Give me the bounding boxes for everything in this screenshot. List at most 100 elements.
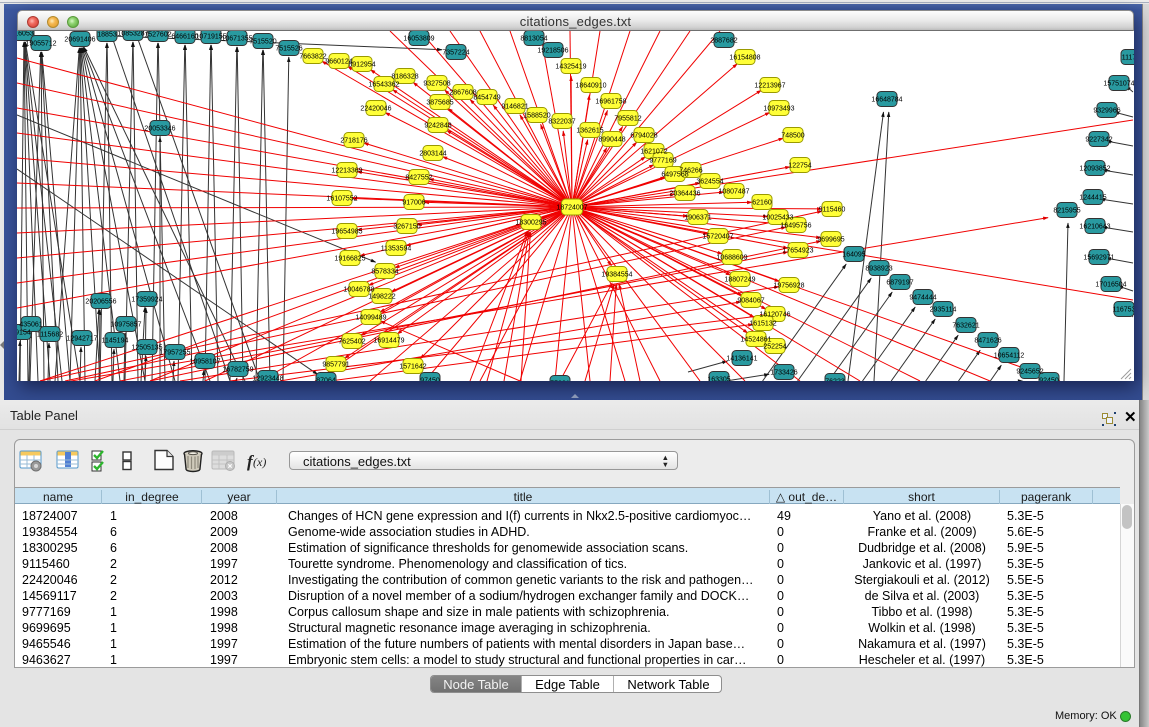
svg-text:18807249: 18807249 [724, 277, 755, 284]
svg-text:18300295: 18300295 [515, 220, 546, 227]
svg-text:7625402: 7625402 [338, 339, 365, 346]
svg-text:8912954: 8912954 [348, 62, 375, 69]
svg-text:17359924: 17359924 [131, 297, 162, 304]
svg-text:(x): (x) [253, 455, 266, 469]
svg-text:92450: 92450 [1039, 378, 1059, 382]
svg-text:16120746: 16120746 [759, 312, 790, 319]
svg-text:15692971: 15692971 [1083, 255, 1114, 262]
svg-text:9857791: 9857791 [322, 362, 349, 369]
svg-text:55231: 55231 [550, 381, 570, 382]
svg-text:97450: 97450 [420, 378, 440, 382]
svg-text:2803144: 2803144 [419, 151, 446, 158]
svg-text:16543362: 16543362 [368, 82, 399, 89]
svg-text:1362615: 1362615 [576, 128, 603, 135]
svg-text:16053: 16053 [17, 31, 34, 38]
svg-text:9474444: 9474444 [909, 295, 936, 302]
svg-text:16154808: 16154808 [729, 55, 760, 62]
svg-text:16782759: 16782759 [222, 367, 253, 374]
svg-text:12923448: 12923448 [252, 376, 283, 382]
svg-text:19654985: 19654985 [331, 229, 362, 236]
svg-text:10025433: 10025433 [762, 215, 793, 222]
svg-text:7663822: 7663822 [299, 54, 326, 61]
svg-text:1733426: 1733426 [770, 370, 797, 377]
svg-text:9227342: 9227342 [1085, 137, 1112, 144]
svg-text:19218506: 19218506 [537, 48, 568, 55]
svg-text:9327508: 9327508 [423, 81, 450, 88]
svg-text:2935114: 2935114 [930, 307, 957, 314]
svg-text:1588520: 1588520 [523, 113, 550, 120]
svg-text:8215955: 8215955 [1053, 208, 1080, 215]
svg-text:1244415: 1244415 [1079, 195, 1106, 202]
svg-text:8454749: 8454749 [473, 95, 500, 102]
svg-text:18853: 18853 [97, 32, 117, 39]
svg-text:16495756: 16495756 [780, 223, 811, 230]
svg-text:10973493: 10973493 [763, 106, 794, 113]
svg-text:18724007: 18724007 [556, 205, 587, 212]
svg-text:163305: 163305 [707, 377, 730, 382]
svg-text:14099489: 14099489 [355, 315, 386, 322]
svg-text:122754: 122754 [788, 163, 811, 170]
svg-text:10958107: 10958107 [189, 359, 220, 366]
svg-text:9115460: 9115460 [819, 207, 846, 214]
svg-text:9329966: 9329966 [1093, 108, 1120, 115]
svg-text:10688609: 10688609 [716, 255, 747, 262]
svg-text:17957255: 17957255 [159, 350, 190, 357]
svg-text:8427552: 8427552 [405, 175, 432, 182]
svg-text:20364436: 20364436 [669, 191, 700, 198]
svg-text:10654112: 10654112 [994, 353, 1025, 360]
svg-text:16961758: 16961758 [595, 99, 626, 106]
svg-text:164095: 164095 [842, 252, 865, 259]
svg-text:87064: 87064 [316, 378, 336, 382]
svg-text:18640910: 18640910 [575, 83, 606, 90]
svg-text:10046788: 10046788 [343, 287, 374, 294]
svg-text:9699695: 9699695 [817, 237, 844, 244]
svg-text:8578334: 8578334 [371, 269, 398, 276]
svg-text:76223: 76223 [825, 379, 845, 382]
svg-text:20206556: 20206556 [85, 299, 116, 306]
svg-text:1498222: 1498222 [368, 294, 395, 301]
svg-text:1615132: 1615132 [749, 321, 776, 328]
svg-text:6879197: 6879197 [886, 280, 913, 287]
svg-text:252254: 252254 [763, 344, 786, 351]
svg-text:748500: 748500 [781, 133, 804, 140]
svg-text:116753: 116753 [1113, 307, 1134, 314]
svg-text:435061: 435061 [19, 322, 42, 329]
svg-text:19756928: 19756928 [773, 283, 804, 290]
svg-text:12505135: 12505135 [131, 345, 162, 352]
svg-text:15751074: 15751074 [1103, 81, 1134, 88]
svg-text:2887682: 2887682 [710, 38, 737, 45]
svg-text:14136141: 14136141 [726, 356, 757, 363]
svg-text:14524861: 14524861 [740, 337, 771, 344]
svg-text:3267150: 3267150 [393, 224, 420, 231]
svg-text:10807487: 10807487 [718, 189, 749, 196]
svg-text:7955812: 7955812 [614, 116, 641, 123]
svg-text:1621072: 1621072 [640, 149, 667, 156]
svg-text:3624554: 3624554 [696, 179, 723, 186]
svg-text:19055712: 19055712 [25, 41, 56, 48]
svg-text:17016504: 17016504 [1095, 282, 1126, 289]
svg-text:7515526: 7515526 [275, 46, 302, 53]
svg-text:2718176: 2718176 [340, 138, 367, 145]
svg-text:9777169: 9777169 [649, 158, 676, 165]
svg-text:11171: 11171 [1122, 55, 1134, 62]
svg-text:1527602: 1527602 [144, 32, 171, 39]
svg-text:6794028: 6794028 [630, 133, 657, 140]
svg-text:16107552: 16107552 [326, 196, 357, 203]
svg-text:16053809: 16053809 [403, 36, 434, 43]
svg-text:19384554: 19384554 [601, 272, 632, 279]
svg-text:39154: 39154 [17, 330, 31, 337]
svg-text:16210643: 16210643 [1079, 224, 1110, 231]
svg-text:20053346: 20053346 [144, 126, 175, 133]
svg-text:17654923: 17654923 [782, 248, 813, 255]
svg-text:16648784: 16648784 [871, 97, 902, 104]
svg-text:7632621: 7632621 [952, 323, 979, 330]
svg-text:1571642: 1571642 [399, 364, 426, 371]
svg-text:7515520: 7515520 [249, 39, 276, 46]
svg-text:9146821: 9146821 [501, 104, 528, 111]
svg-text:14325419: 14325419 [555, 64, 586, 71]
svg-text:8186328: 8186328 [391, 74, 418, 81]
svg-text:7357224: 7357224 [442, 50, 469, 57]
svg-text:22420046: 22420046 [360, 106, 391, 113]
svg-text:12093852: 12093852 [1079, 166, 1110, 173]
svg-text:8471626: 8471626 [974, 338, 1001, 345]
